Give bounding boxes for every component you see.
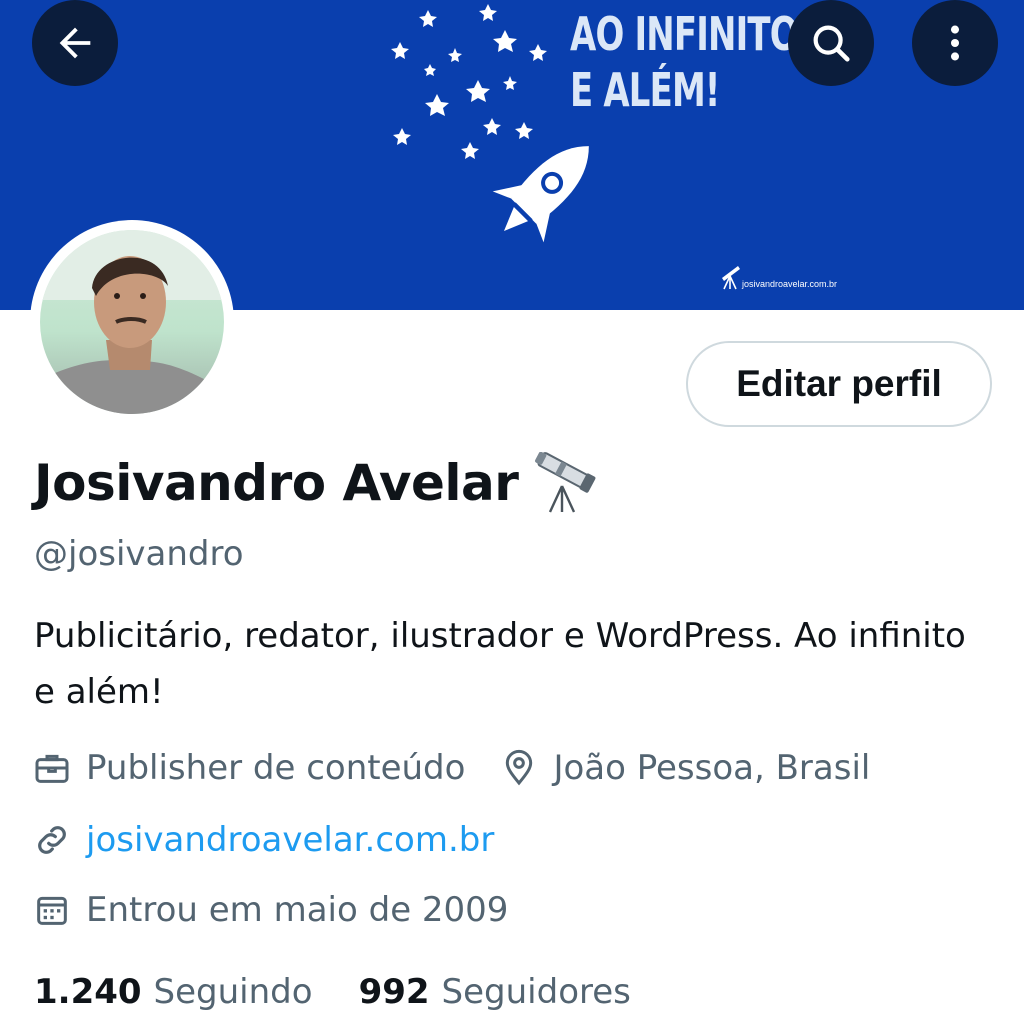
username-handle: @josivandro <box>34 534 244 574</box>
banner-headline: AO INFINITO E ALÉM! <box>570 6 799 118</box>
joined-row: Entrou em maio de 2009 <box>32 890 508 930</box>
link-icon <box>38 826 66 854</box>
following-count[interactable]: 1.240 <box>34 972 142 1012</box>
profile-page: AO INFINITO E ALÉM! josivandroavelar.com… <box>0 0 1024 1024</box>
stars-decoration <box>391 4 547 159</box>
banner-site-text: josivandroavelar.com.br <box>742 279 838 289</box>
banner-headline-line1: AO INFINITO <box>570 7 799 61</box>
telescope-icon <box>535 452 596 513</box>
edit-profile-button[interactable]: Editar perfil <box>686 341 992 427</box>
profession-text: Publisher de conteúdo <box>86 748 466 788</box>
avatar-portrait <box>40 230 224 414</box>
display-name-row: Josivandro Avelar <box>34 452 600 514</box>
website-link[interactable]: josivandroavelar.com.br <box>86 820 494 860</box>
location-text: João Pessoa, Brasil <box>553 748 871 788</box>
followers-count[interactable]: 992 <box>359 972 430 1012</box>
profile-meta-row: Publisher de conteúdo João Pessoa, Brasi… <box>32 748 870 788</box>
joined-date-text: Entrou em maio de 2009 <box>86 890 509 930</box>
search-button[interactable] <box>788 0 874 86</box>
calendar-icon <box>37 896 67 925</box>
more-options-button[interactable] <box>912 0 998 86</box>
briefcase-icon <box>35 754 69 783</box>
following-label[interactable]: Seguindo <box>154 972 313 1012</box>
followers-label[interactable]: Seguidores <box>442 972 631 1012</box>
telescope-logo-icon <box>722 266 740 290</box>
banner-headline-line2: E ALÉM! <box>570 63 720 117</box>
rocket-illustration <box>492 146 589 243</box>
location-pin-icon <box>506 749 533 786</box>
arrow-left-icon <box>59 27 91 59</box>
more-vertical-icon <box>950 25 960 61</box>
profile-bio: Publicitário, redator, ilustrador e Word… <box>34 616 966 712</box>
follow-stats: 1.240 Seguindo 992 Seguidores <box>34 972 631 1012</box>
search-icon <box>813 25 850 62</box>
display-name: Josivandro Avelar <box>34 454 519 512</box>
avatar-photo <box>40 230 224 414</box>
profile-avatar[interactable] <box>30 220 234 424</box>
website-row: josivandroavelar.com.br <box>32 820 494 860</box>
back-button[interactable] <box>32 0 118 86</box>
